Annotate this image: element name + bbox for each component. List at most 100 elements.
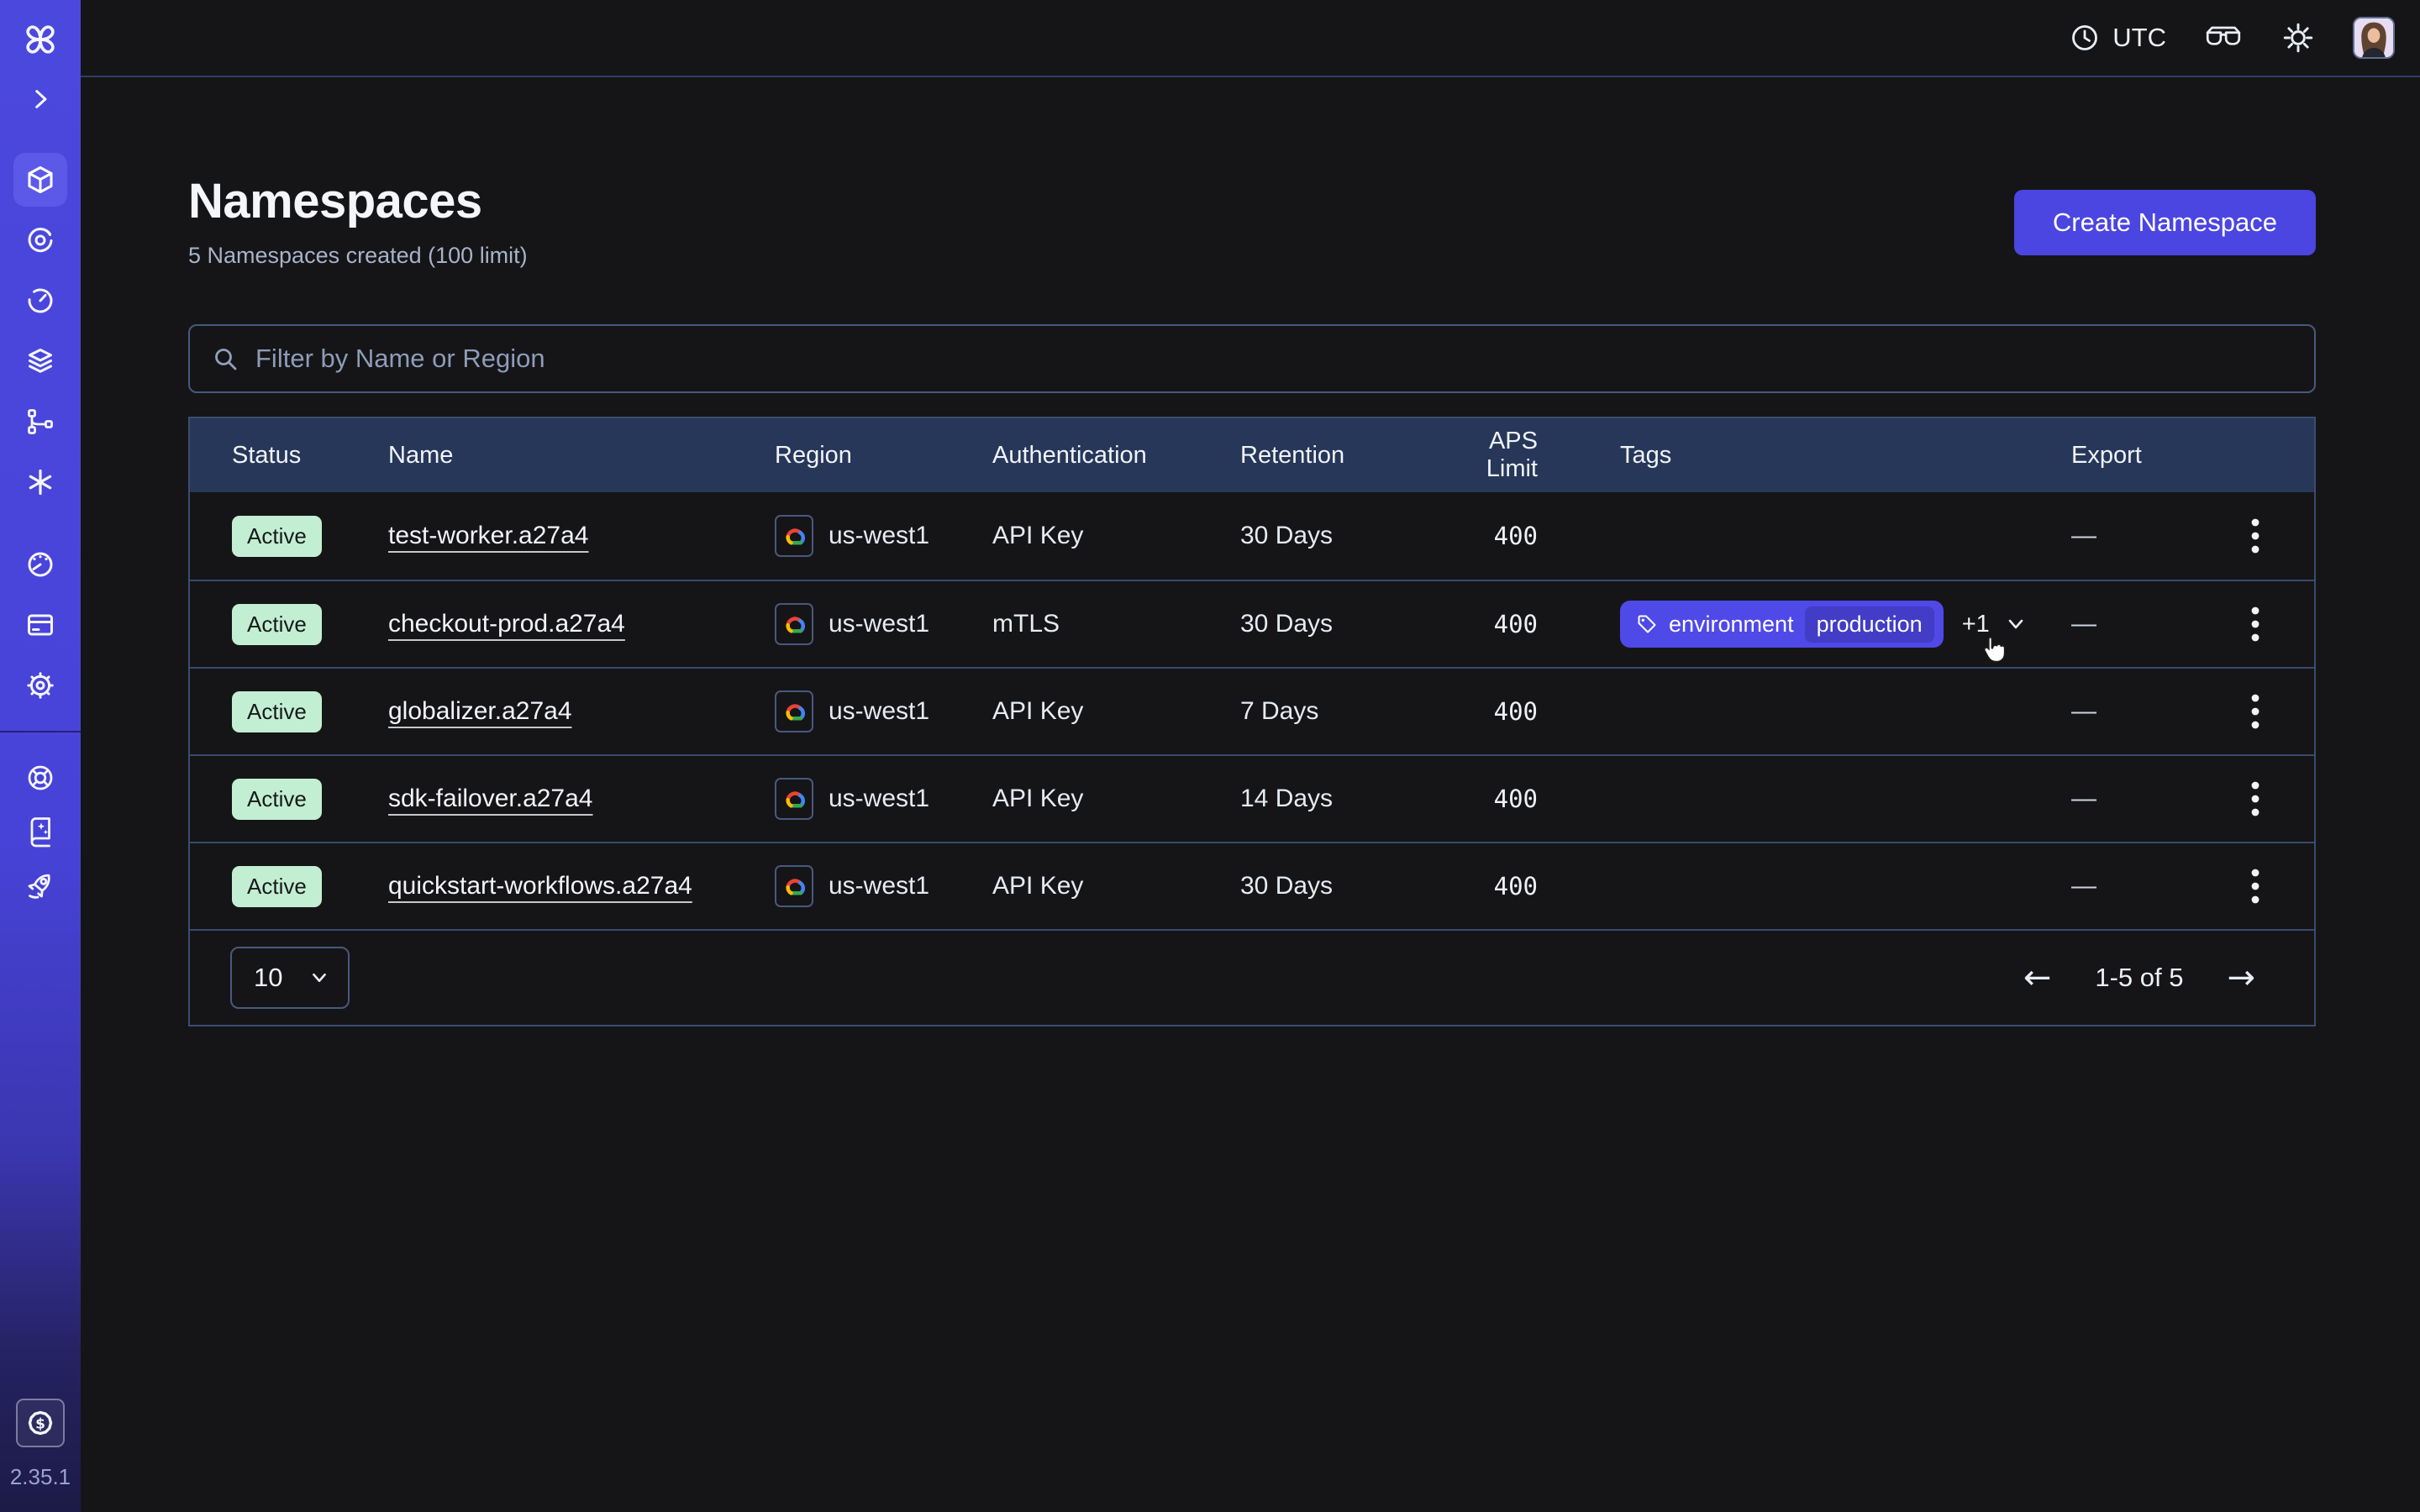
col-header-auth: Authentication [992,442,1240,470]
sidebar-item-layers[interactable] [13,334,67,388]
prev-page-button[interactable]: ← [2023,961,2052,995]
kebab-menu-icon [2250,780,2260,817]
sidebar-item-support[interactable] [13,751,67,805]
col-header-name: Name [388,442,775,470]
sidebar-nav-primary [13,153,67,509]
temporal-logo[interactable] [21,20,60,59]
sidebar: $ 2.35.1 [0,0,81,1512]
sidebar-item-billing[interactable] [13,598,67,652]
filter-bar [188,324,2316,393]
sidebar-item-namespaces[interactable] [13,153,67,207]
retention-label: 30 Days [1240,872,1434,900]
sidebar-item-docs[interactable] [13,805,67,858]
sidebar-item-deployments[interactable] [13,395,67,449]
status-badge: Active [232,779,322,820]
gcp-cloud-icon [775,865,813,907]
region-label: us-west1 [829,610,929,638]
sidebar-item-getting-started[interactable] [13,858,67,912]
tag-pill[interactable]: environment production [1620,601,1944,648]
sidebar-item-monitors[interactable] [13,213,67,267]
gcp-cloud-icon [775,603,813,645]
pagination-range-label: 1-5 of 5 [2095,963,2183,993]
page-title: Namespaces [188,173,528,229]
theme-toggle-button[interactable] [2281,20,2316,55]
table-body: Active test-worker.a27a4 us-west1 API Ke… [190,492,2314,929]
sidebar-nav-help [13,751,67,912]
namespaces-table: Status Name Region Authentication Retent… [188,417,2316,1026]
kebab-menu-icon [2250,868,2260,905]
export-value: — [2029,872,2196,900]
sidebar-item-settings[interactable] [13,659,67,712]
next-page-button[interactable]: → [2227,961,2255,995]
retention-label: 30 Days [1240,522,1434,550]
namespace-link[interactable]: globalizer.a27a4 [388,697,572,725]
tag-key: environment [1669,612,1794,638]
aps-limit-value: 400 [1494,697,1538,726]
table-row: Active globalizer.a27a4 us-west1 API Key… [190,667,2314,754]
namespace-link[interactable]: sdk-failover.a27a4 [388,785,593,812]
book-sparkles-icon [24,815,57,848]
asterisk-icon [24,465,57,499]
auth-label: API Key [992,872,1240,900]
sidebar-nav-account [13,538,67,712]
row-menu-button[interactable] [2238,774,2272,824]
table-row: Active checkout-prod.a27a4 us-west1 mTLS… [190,580,2314,667]
namespace-link[interactable]: test-worker.a27a4 [388,522,588,549]
table-row: Active quickstart-workflows.a27a4 us-wes… [190,842,2314,929]
status-badge: Active [232,691,322,732]
sun-icon [2281,20,2316,55]
region-label: us-west1 [829,522,929,550]
gear-icon [24,669,57,702]
region-label: us-west1 [829,697,929,726]
retention-label: 7 Days [1240,697,1434,726]
table-header: Status Name Region Authentication Retent… [190,418,2314,492]
timer-clock-icon [24,284,57,318]
page-size-value: 10 [254,963,282,993]
sidebar-item-schedules[interactable] [13,274,67,328]
retention-label: 30 Days [1240,610,1434,638]
row-menu-button[interactable] [2238,861,2272,911]
auth-label: mTLS [992,610,1240,638]
sidebar-expand-button[interactable] [25,84,55,114]
row-menu-button[interactable] [2238,511,2272,561]
page-subtitle: 5 Namespaces created (100 limit) [188,243,528,269]
col-header-status: Status [232,442,388,470]
billing-card-icon [24,608,57,642]
create-namespace-button[interactable]: Create Namespace [2014,190,2316,255]
tags-expand-chevron[interactable] [2003,612,2028,637]
namespace-link[interactable]: quickstart-workflows.a27a4 [388,872,692,900]
pagination: ← 1-5 of 5 → [2023,961,2255,995]
sidebar-item-nexus[interactable] [13,455,67,509]
sidebar-item-usage[interactable] [13,538,67,591]
status-badge: Active [232,604,322,645]
page-size-select[interactable]: 10 [230,947,350,1009]
cube-icon [24,163,57,197]
tags-group: environment production +1 [1620,601,2028,648]
app-version: 2.35.1 [10,1464,71,1490]
aps-limit-value: 400 [1494,522,1538,550]
row-menu-button[interactable] [2238,599,2272,649]
kebab-menu-icon [2250,606,2260,643]
timezone-button[interactable]: UTC [2069,22,2166,54]
rocket-icon [24,869,57,902]
topbar: UTC [81,0,2420,77]
main-content: Namespaces 5 Namespaces created (100 lim… [81,173,2420,1026]
gauge-icon [24,548,57,581]
kebab-menu-icon [2250,693,2260,730]
spiral-eye-icon [24,223,57,257]
svg-text:$: $ [35,1416,45,1433]
auth-label: API Key [992,785,1240,813]
region-label: us-west1 [829,872,929,900]
gcp-cloud-icon [775,515,813,557]
user-avatar[interactable] [2353,17,2395,59]
namespace-link[interactable]: checkout-prod.a27a4 [388,610,625,638]
row-menu-button[interactable] [2238,686,2272,737]
export-value: — [2029,785,2196,813]
filter-input[interactable] [255,344,2292,374]
layers-icon [24,344,57,378]
export-value: — [2029,697,2196,726]
labs-toggle-button[interactable] [2203,24,2244,51]
chevron-right-icon [37,92,45,108]
col-header-aps: APS Limit [1434,428,1538,483]
credits-button[interactable]: $ [16,1399,65,1447]
